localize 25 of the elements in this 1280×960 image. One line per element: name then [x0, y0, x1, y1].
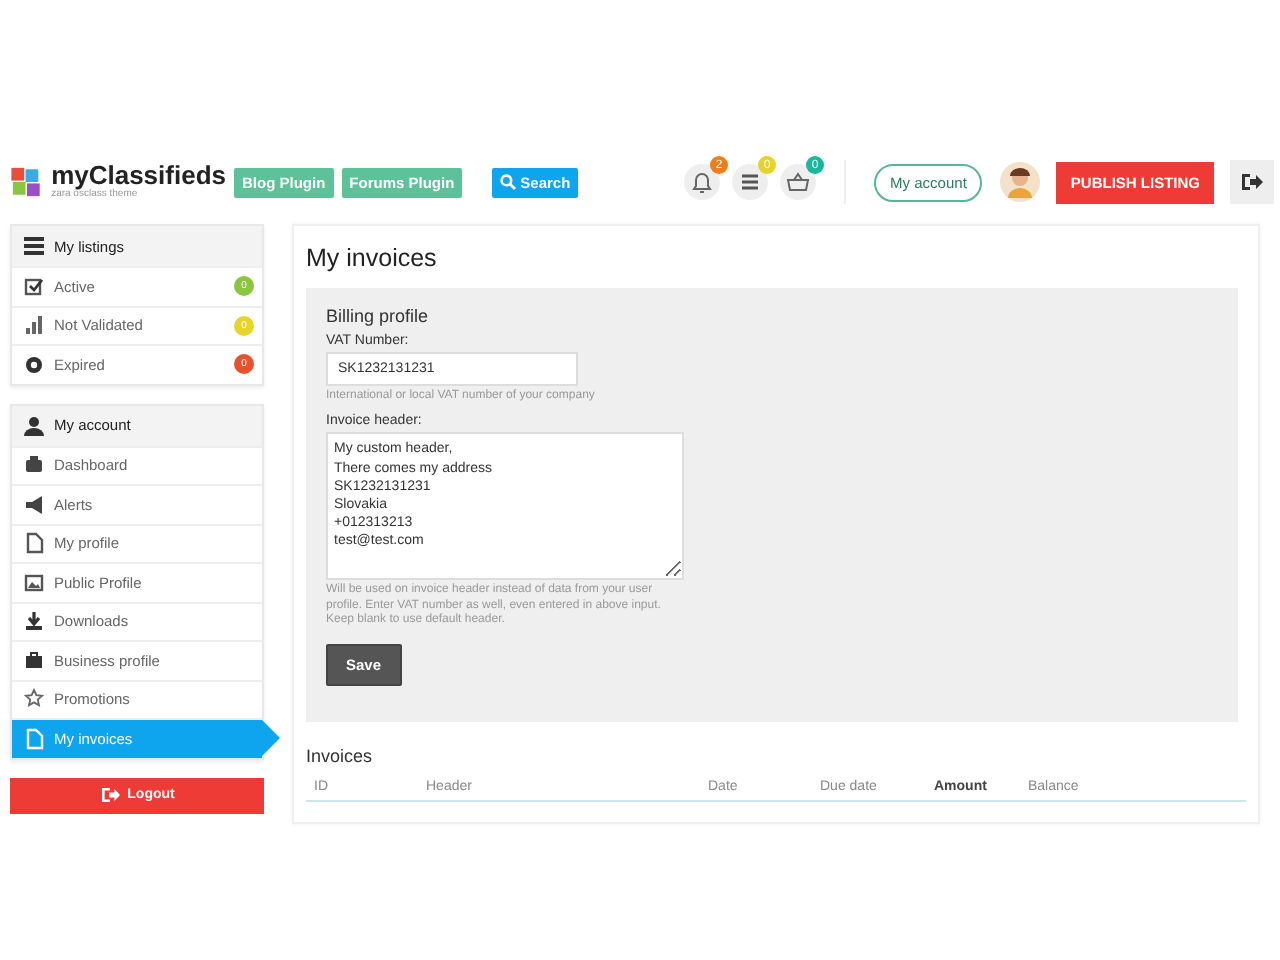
circle-icon — [24, 353, 44, 376]
page-title: My invoices — [306, 244, 439, 272]
check-icon — [24, 275, 44, 298]
file-icon — [24, 727, 44, 750]
dashboard-icon — [24, 454, 44, 477]
logout-button[interactable] — [1230, 160, 1274, 204]
briefcase-icon — [24, 649, 44, 672]
avatar-icon — [1000, 162, 1041, 202]
image-icon — [24, 571, 44, 594]
basket-icon — [786, 170, 811, 194]
star-icon — [24, 688, 44, 711]
bell-icon — [690, 170, 715, 194]
list-icon — [738, 170, 763, 194]
file-icon — [24, 532, 44, 555]
chart-icon — [24, 314, 44, 337]
site-title[interactable]: myClassifieds — [51, 162, 226, 188]
section-title: Invoices — [306, 746, 375, 766]
bullhorn-icon — [24, 493, 44, 516]
download-icon — [24, 610, 44, 633]
exit-icon — [1240, 172, 1264, 192]
exit-icon — [99, 786, 120, 804]
user-icon — [24, 415, 44, 435]
search-icon — [500, 174, 517, 190]
section-title: Billing profile — [326, 306, 431, 326]
list-icon — [24, 236, 44, 256]
